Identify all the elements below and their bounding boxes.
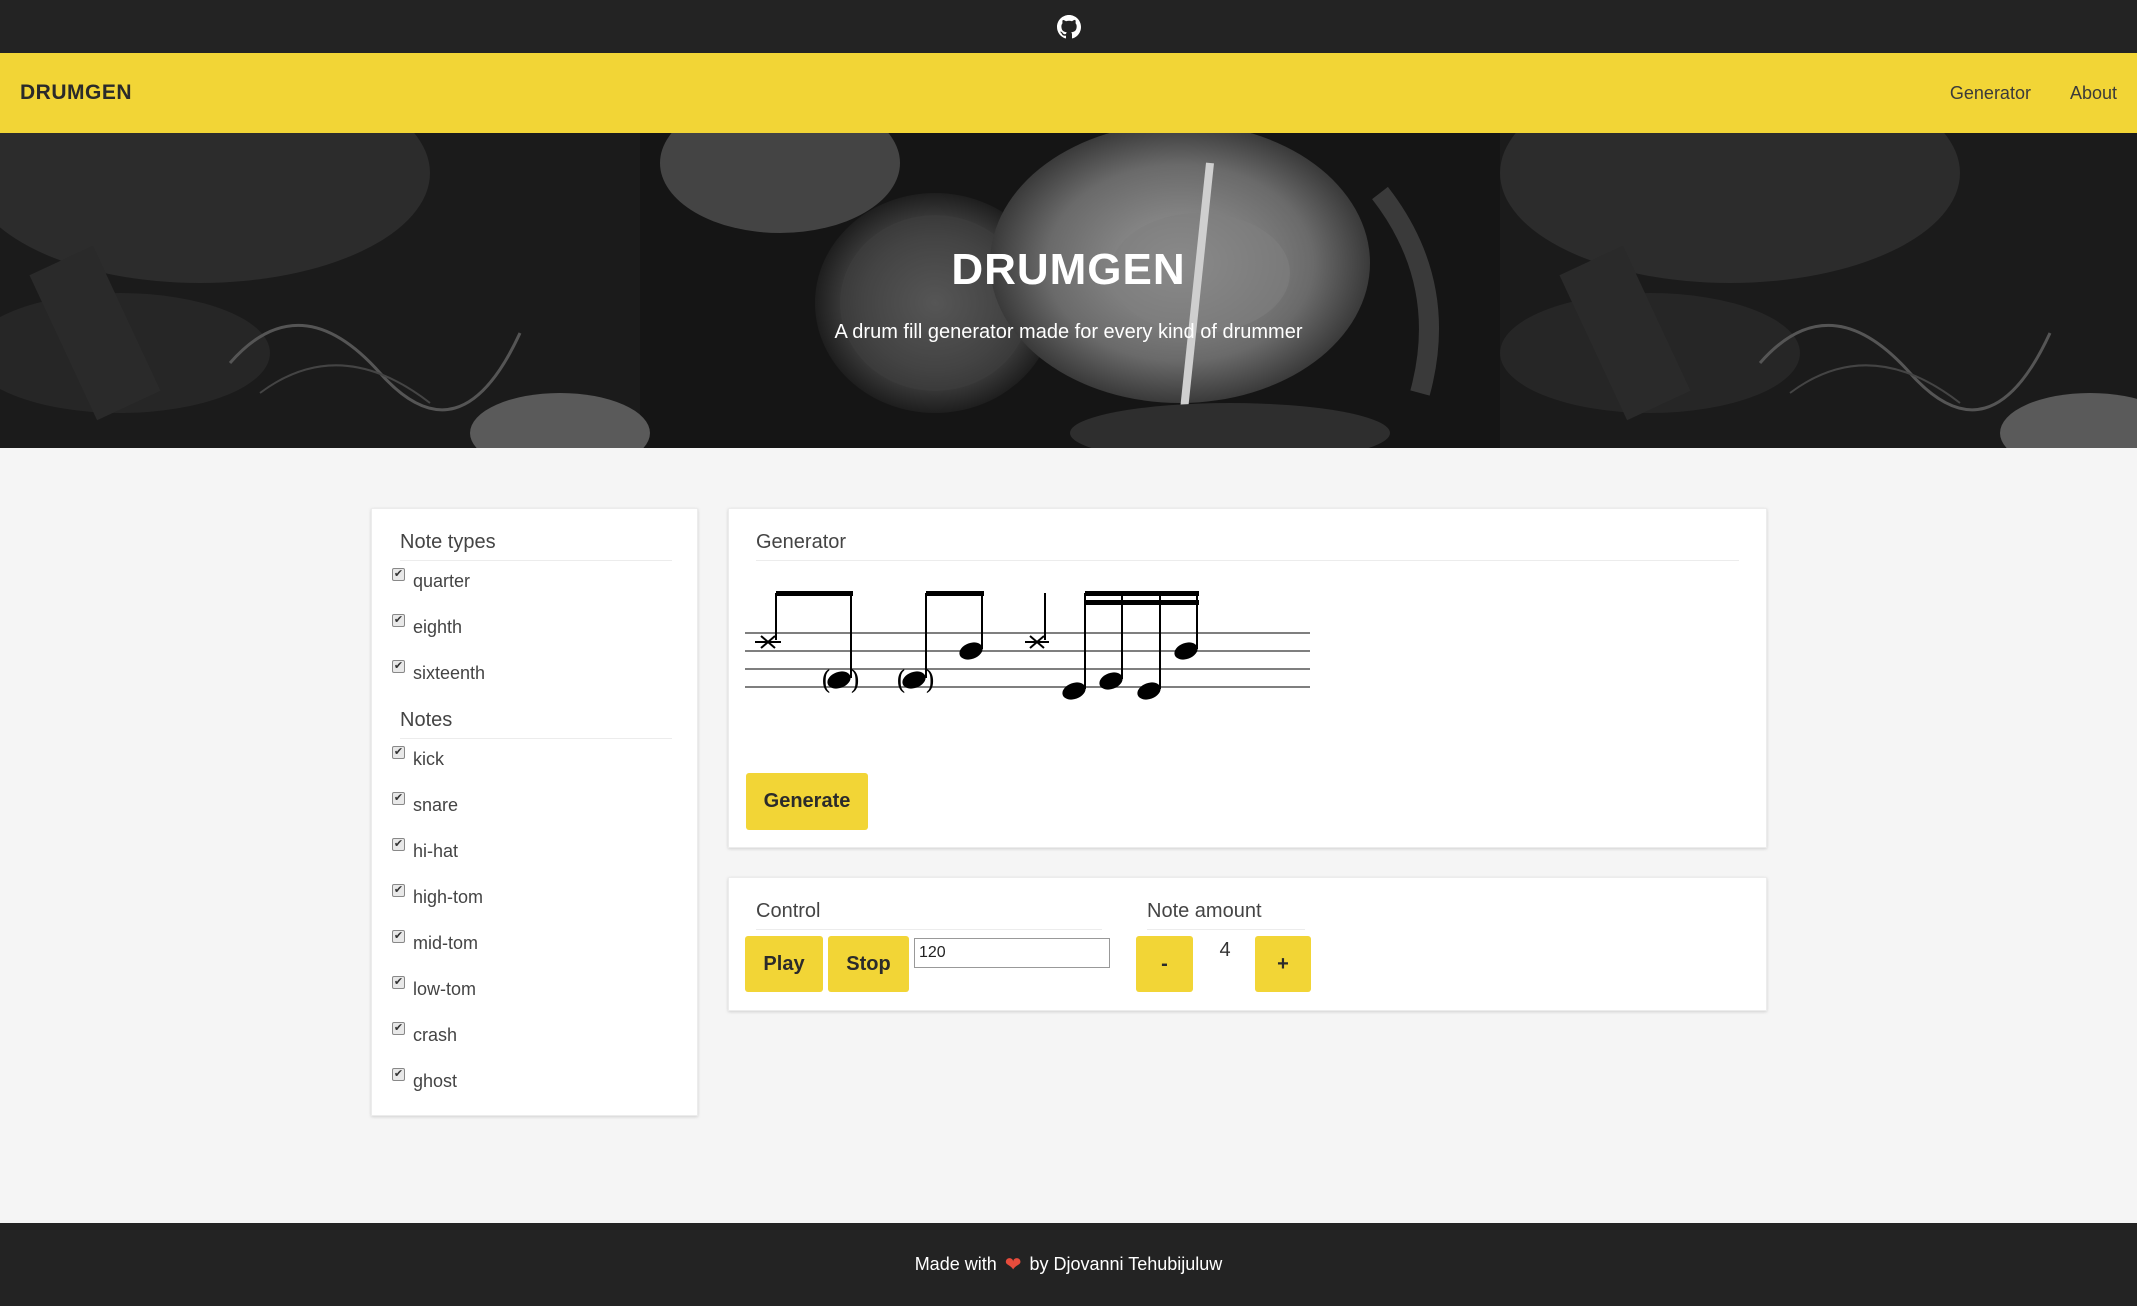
checkbox-crash[interactable]: ✔ crash	[392, 1022, 458, 1046]
checkbox-mid-tom[interactable]: ✔ mid-tom	[392, 930, 479, 954]
checkbox-label: sixteenth	[413, 663, 486, 683]
hero-subtitle: A drum fill generator made for every kin…	[834, 321, 1303, 343]
github-icon[interactable]	[1056, 14, 1081, 39]
hero-title: DRUMGEN	[951, 245, 1186, 294]
checkbox-label: mid-tom	[413, 933, 479, 953]
note-amount-title: Note amount	[1147, 900, 1305, 930]
checkbox-check-icon[interactable]: ✔	[392, 614, 405, 627]
footer-author: by Djovanni Tehubijuluw	[1029, 1254, 1223, 1274]
control-title: Control	[756, 900, 1102, 930]
footer: Made with ❤ by Djovanni Tehubijuluw	[0, 1223, 2137, 1306]
checkbox-check-icon[interactable]: ✔	[392, 1022, 405, 1035]
nav-about-link[interactable]: About	[2070, 83, 2117, 104]
checkbox-check-icon[interactable]: ✔	[392, 976, 405, 989]
checkbox-check-icon[interactable]: ✔	[392, 568, 405, 581]
note-amount-value: 4	[1219, 939, 1231, 961]
checkbox-label: ghost	[413, 1071, 458, 1091]
checkbox-check-icon[interactable]: ✔	[392, 838, 405, 851]
nav-links: Generator About	[1950, 83, 2117, 104]
checkbox-kick[interactable]: ✔ kick	[392, 746, 444, 770]
checkbox-check-icon[interactable]: ✔	[392, 660, 405, 673]
brand-logo[interactable]: DRUMGEN	[20, 81, 132, 105]
notes-title: Notes	[400, 709, 672, 739]
checkbox-low-tom[interactable]: ✔ low-tom	[392, 976, 477, 1000]
heart-icon: ❤	[1004, 1254, 1022, 1276]
checkbox-label: high-tom	[413, 887, 484, 907]
generator-card: Generator ( ) ( ) Generate	[728, 508, 1767, 848]
increase-amount-button[interactable]: +	[1255, 936, 1311, 992]
checkbox-check-icon[interactable]: ✔	[392, 884, 405, 897]
checkbox-check-icon[interactable]: ✔	[392, 746, 405, 759]
checkbox-hi-hat[interactable]: ✔ hi-hat	[392, 838, 459, 862]
checkbox-check-icon[interactable]: ✔	[392, 930, 405, 943]
tempo-input[interactable]	[914, 938, 1110, 968]
checkbox-label: crash	[413, 1025, 458, 1045]
drum-notation-staff: ( ) ( )	[745, 591, 1310, 700]
checkbox-check-icon[interactable]: ✔	[392, 792, 405, 805]
checkbox-snare[interactable]: ✔ snare	[392, 792, 459, 816]
checkbox-label: quarter	[413, 571, 471, 591]
checkbox-quarter[interactable]: ✔ quarter	[392, 568, 471, 592]
svg-text:(: (	[896, 666, 906, 696]
svg-text:): )	[850, 666, 860, 696]
checkbox-label: kick	[413, 749, 444, 769]
settings-card: Note types ✔ quarter ✔ eighth ✔ sixteent…	[371, 508, 698, 1116]
play-button[interactable]: Play	[745, 936, 823, 992]
checkbox-label: snare	[413, 795, 459, 815]
checkbox-label: hi-hat	[413, 841, 459, 861]
footer-made-with: Made with	[914, 1254, 997, 1274]
stop-button[interactable]: Stop	[828, 936, 909, 992]
top-bar	[0, 0, 2137, 53]
hero-banner: DRUMGEN A drum fill generator made for e…	[0, 133, 2137, 448]
generator-title: Generator	[756, 531, 1739, 561]
checkbox-sixteenth[interactable]: ✔ sixteenth	[392, 660, 486, 684]
generate-button[interactable]: Generate	[746, 773, 868, 830]
navbar: DRUMGEN Generator About	[0, 53, 2137, 133]
note-types-title: Note types	[400, 531, 672, 561]
svg-text:(: (	[821, 666, 831, 696]
checkbox-label: low-tom	[413, 979, 477, 999]
decrease-amount-button[interactable]: -	[1136, 936, 1193, 992]
nav-generator-link[interactable]: Generator	[1950, 83, 2031, 104]
checkbox-ghost[interactable]: ✔ ghost	[392, 1068, 458, 1092]
checkbox-eighth[interactable]: ✔ eighth	[392, 614, 463, 638]
checkbox-high-tom[interactable]: ✔ high-tom	[392, 884, 484, 908]
checkbox-label: eighth	[413, 617, 463, 637]
checkbox-check-icon[interactable]: ✔	[392, 1068, 405, 1081]
